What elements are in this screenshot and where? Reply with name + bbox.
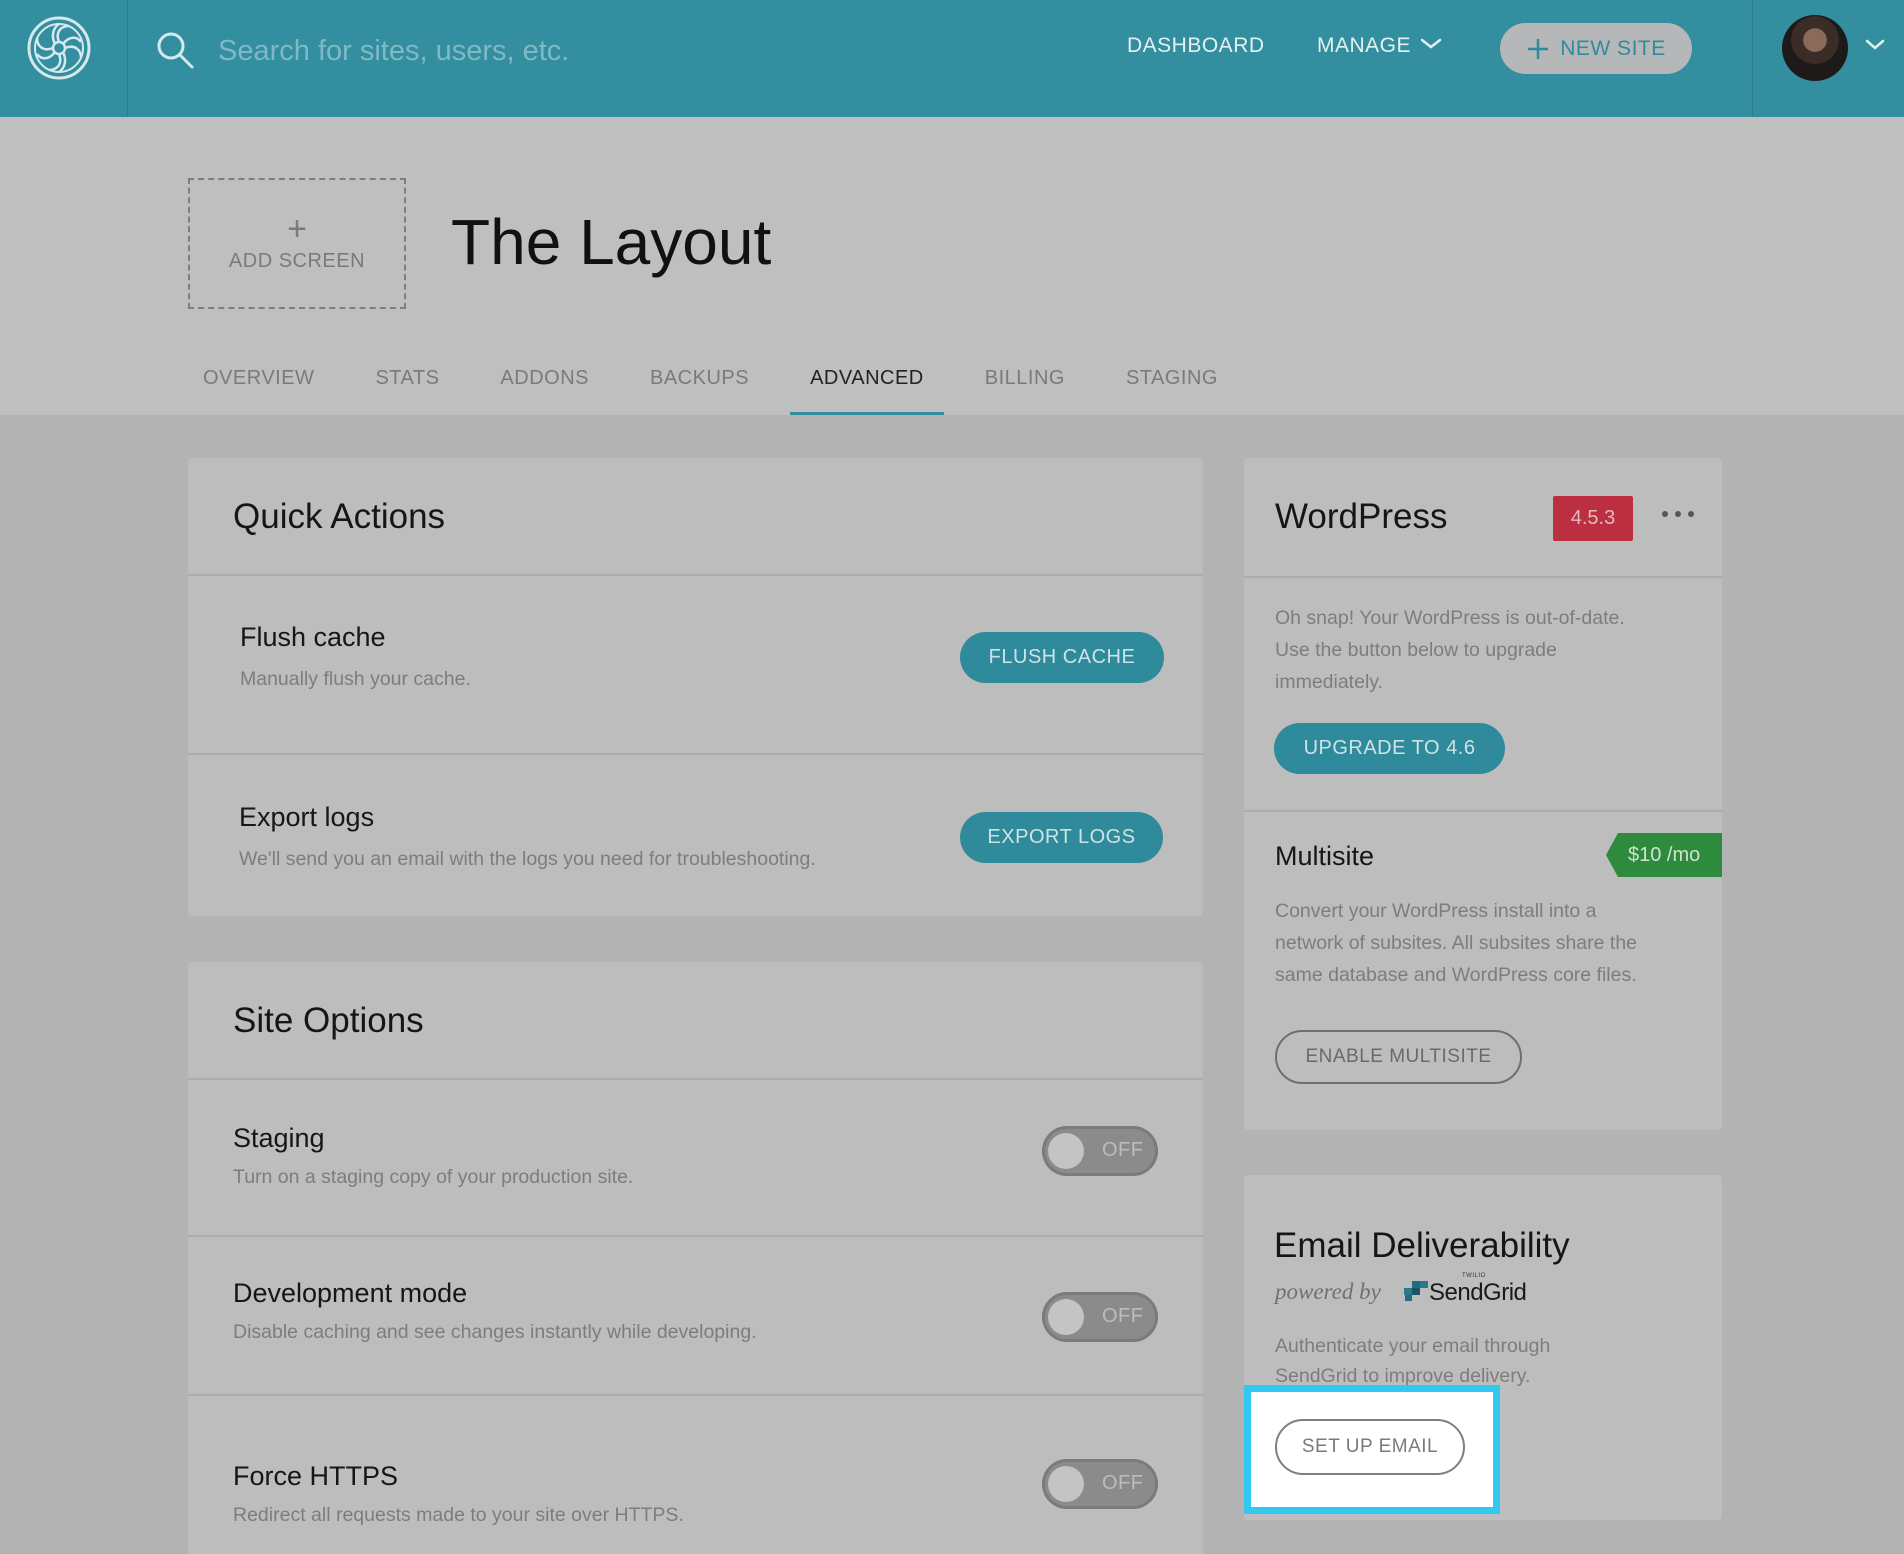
divider xyxy=(1244,810,1722,812)
dev-mode-toggle[interactable]: OFF xyxy=(1042,1292,1158,1342)
email-deliverability-title: Email Deliverability xyxy=(1274,1226,1570,1265)
toggle-knob xyxy=(1048,1466,1084,1502)
toggle-knob xyxy=(1048,1299,1084,1335)
new-site-button[interactable]: NEW SITE xyxy=(1500,23,1692,74)
chevron-down-icon[interactable] xyxy=(1419,36,1443,52)
more-icon[interactable] xyxy=(1660,508,1696,520)
dev-mode-title: Development mode xyxy=(233,1278,468,1308)
multisite-title: Multisite xyxy=(1275,841,1375,871)
enable-multisite-button[interactable]: ENABLE MULTISITE xyxy=(1275,1030,1522,1084)
flush-cache-desc: Manually flush your cache. xyxy=(240,668,471,690)
flush-cache-button[interactable]: FLUSH CACHE xyxy=(960,632,1164,683)
avatar[interactable] xyxy=(1782,15,1848,81)
new-site-label: NEW SITE xyxy=(1560,36,1666,60)
upgrade-button[interactable]: UPGRADE TO 4.6 xyxy=(1274,723,1505,774)
plus-icon: + xyxy=(287,210,307,248)
nav-manage-menu[interactable]: MANAGE xyxy=(1317,34,1411,58)
divider xyxy=(188,574,1203,576)
quick-actions-title: Quick Actions xyxy=(233,497,446,536)
multisite-desc-line2: network of subsites. All subsites share … xyxy=(1275,932,1638,954)
multisite-desc-line3: same database and WordPress core files. xyxy=(1275,964,1637,986)
force-https-title: Force HTTPS xyxy=(233,1461,399,1491)
add-screen-label: ADD SCREEN xyxy=(228,250,366,272)
version-badge: 4.5.3 xyxy=(1553,496,1633,541)
multisite-desc-line1: Convert your WordPress install into a xyxy=(1275,900,1597,922)
force-https-desc: Redirect all requests made to your site … xyxy=(233,1504,684,1526)
price-badge: $10 /mo xyxy=(1606,833,1722,877)
staging-toggle[interactable]: OFF xyxy=(1042,1126,1158,1176)
export-logs-desc: We'll send you an email with the logs yo… xyxy=(239,848,816,870)
search-icon xyxy=(157,32,194,69)
tab-advanced[interactable]: ADVANCED xyxy=(790,365,944,415)
divider xyxy=(188,1235,1203,1237)
wordpress-message-line1: Oh snap! Your WordPress is out-of-date. xyxy=(1275,607,1625,629)
powered-by-text: powered by xyxy=(1275,1279,1381,1304)
logo-cell xyxy=(0,0,128,117)
dev-mode-desc: Disable caching and see changes instantl… xyxy=(233,1321,757,1343)
sendgrid-logo-icon xyxy=(1404,1281,1428,1301)
email-desc-line1: Authenticate your email through xyxy=(1275,1335,1551,1357)
staging-desc: Turn on a staging copy of your productio… xyxy=(233,1166,634,1188)
site-options-title: Site Options xyxy=(233,1001,424,1040)
tab-overview[interactable]: OVERVIEW xyxy=(188,365,329,415)
plus-icon xyxy=(1528,38,1549,59)
tab-stats[interactable]: STATS xyxy=(360,365,454,415)
top-navigation-bar: DASHBOARD MANAGE NEW SITE xyxy=(0,0,1904,117)
logo-icon[interactable] xyxy=(25,14,93,82)
wordpress-message-line2: Use the button below to upgrade xyxy=(1275,639,1557,661)
export-logs-button[interactable]: EXPORT LOGS xyxy=(960,812,1163,863)
tab-billing[interactable]: BILLING xyxy=(970,365,1080,415)
tab-addons[interactable]: ADDONS xyxy=(485,365,604,415)
page-title: The Layout xyxy=(451,206,772,278)
toggle-state: OFF xyxy=(1102,1139,1144,1161)
divider xyxy=(188,753,1203,755)
tab-staging[interactable]: STAGING xyxy=(1111,365,1233,415)
export-logs-title: Export logs xyxy=(239,802,375,832)
divider xyxy=(188,1078,1203,1080)
tab-backups[interactable]: BACKUPS xyxy=(635,365,764,415)
twilio-brand: TWILIO xyxy=(1462,1273,1486,1279)
nav-dashboard-link[interactable]: DASHBOARD xyxy=(1127,34,1265,58)
wordpress-message-line3: immediately. xyxy=(1275,671,1384,693)
force-https-toggle[interactable]: OFF xyxy=(1042,1459,1158,1509)
divider xyxy=(188,1394,1203,1396)
flush-cache-title: Flush cache xyxy=(240,622,386,652)
site-tabs: OVERVIEW STATS ADDONS BACKUPS ADVANCED B… xyxy=(188,365,1264,415)
wordpress-title: WordPress xyxy=(1275,497,1448,536)
add-screenshot-button[interactable]: + ADD SCREEN xyxy=(188,178,406,309)
search-input[interactable] xyxy=(218,28,918,74)
sendgrid-brand: SendGrid xyxy=(1429,1279,1527,1306)
chevron-down-icon[interactable] xyxy=(1864,38,1886,52)
divider xyxy=(1244,576,1722,578)
staging-title: Staging xyxy=(233,1123,325,1153)
set-up-email-button[interactable]: SET UP EMAIL xyxy=(1275,1419,1465,1475)
toggle-state: OFF xyxy=(1102,1305,1144,1327)
toggle-state: OFF xyxy=(1102,1472,1144,1494)
toggle-knob xyxy=(1048,1133,1084,1169)
